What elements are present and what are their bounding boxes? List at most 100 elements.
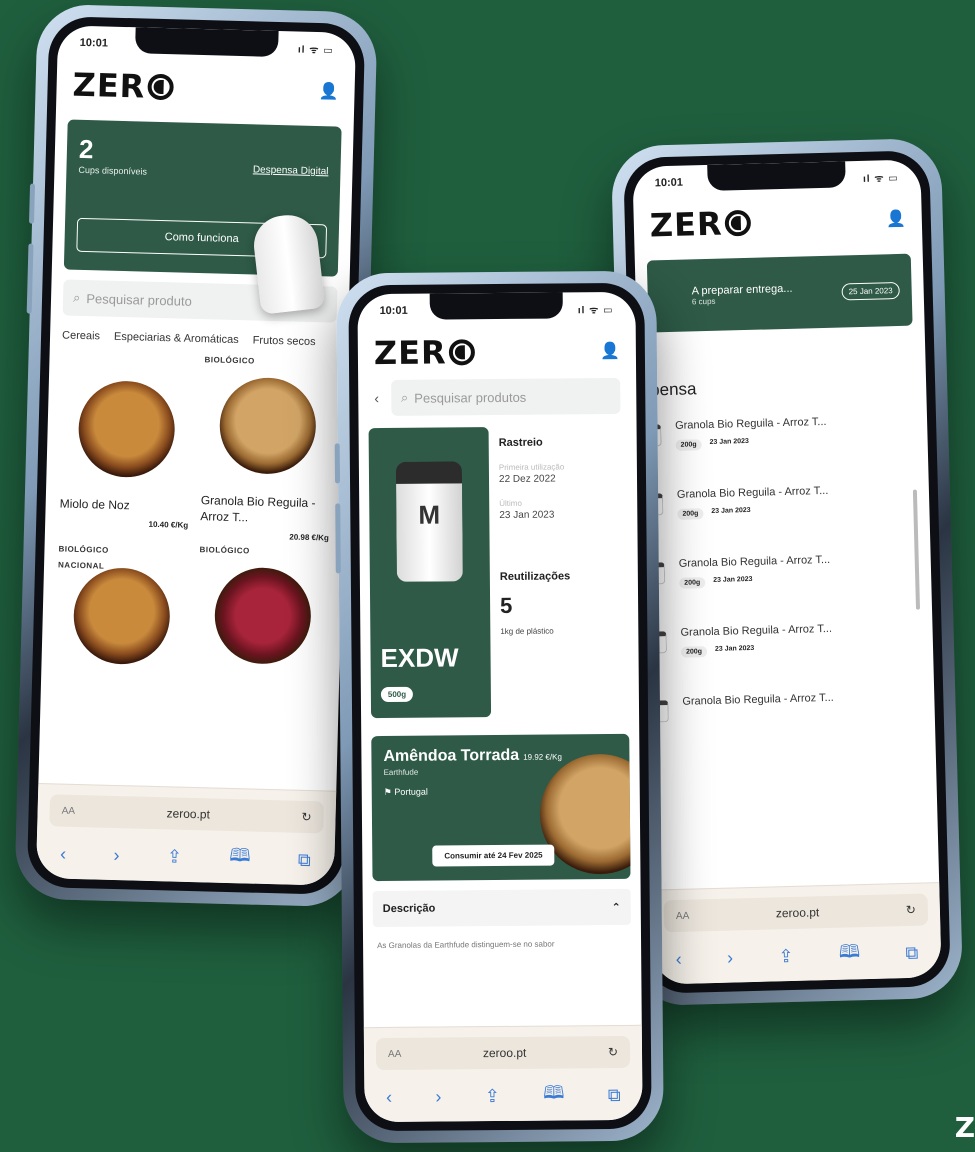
search-input[interactable]: ⌕ Pesquisar produtos	[390, 377, 621, 416]
product-grid: Miolo de Noz 10.40 €/Kg BIOLÓGICO Granol…	[41, 345, 348, 695]
last-use-date: 23 Jan 2023	[499, 509, 555, 521]
forward-icon[interactable]: ›	[113, 844, 120, 865]
tabs-icon[interactable]: ⧉	[608, 1084, 621, 1105]
side-button	[26, 243, 34, 314]
product-badge: BIOLÓGICO NACIONAL	[57, 544, 109, 571]
share-icon[interactable]: ⇪	[778, 945, 794, 966]
text-size-button[interactable]: AA	[676, 910, 690, 921]
product-image	[72, 566, 171, 666]
forward-icon[interactable]: ›	[435, 1086, 441, 1107]
delivery-banner[interactable]: A preparar entrega... 6 cups 25 Jan 2023	[646, 253, 913, 333]
share-icon[interactable]: ⇪	[485, 1086, 500, 1107]
url-text: zeroo.pt	[482, 1045, 527, 1061]
bezel: 10:01 ıl ᯤ ▭ ZER 👤 A preparar entrega...…	[623, 150, 951, 994]
reload-icon[interactable]: ↻	[906, 903, 916, 917]
reload-icon[interactable]: ↻	[608, 1045, 618, 1059]
origin-text: Portugal	[394, 786, 428, 797]
notch	[134, 27, 279, 58]
zero-logo[interactable]: ZER	[649, 204, 751, 244]
url-bar[interactable]: AA zeroo.pt ↻	[663, 893, 929, 933]
back-chevron-icon[interactable]: ‹	[374, 390, 379, 406]
search-icon: ⌕	[72, 289, 81, 305]
zero-logo[interactable]: ZER	[374, 333, 475, 372]
cup-size-badge: 500g	[380, 686, 414, 703]
item-weight: 200g	[677, 508, 704, 520]
description-accordion[interactable]: Descrição ⌃	[372, 888, 631, 928]
consume-by-button[interactable]: Consumir até 24 Fev 2025	[432, 844, 555, 867]
signal-wifi-battery-icon: ıl ᯤ ▭	[297, 44, 334, 57]
person-icon[interactable]: 👤	[318, 81, 338, 102]
signal-wifi-battery-icon: ıl ᯤ ▭	[577, 304, 614, 317]
text-size-button[interactable]: AA	[62, 805, 76, 816]
list-item[interactable]: Granola Bio Reguila - Arroz T... 200g 23 J…	[639, 401, 928, 458]
back-icon[interactable]: ‹	[675, 948, 682, 969]
tab-frutos-secos[interactable]: Frutos secos	[252, 334, 315, 348]
header: ZER 👤	[56, 59, 355, 119]
safari-toolbar: AA zeroo.pt ↻ ‹ › ⇪ 🕮 ⧉	[651, 882, 942, 985]
person-icon[interactable]: 👤	[886, 209, 906, 230]
search-icon: ⌕	[400, 389, 409, 405]
tracking-heading: Rastreio	[498, 436, 543, 450]
logo-text: ZER	[72, 65, 146, 106]
featured-product-card[interactable]: Amêndoa Torrada 19.92 €/Kg Earthfude ⚑ Po…	[371, 733, 631, 882]
list-item[interactable]: Granola Bio Reguila - Arroz T... 200g 23 J…	[640, 470, 929, 527]
item-date: 23 Jan 2023	[709, 437, 749, 446]
first-use-date: 22 Dez 2022	[498, 473, 556, 485]
zero-logo[interactable]: ZER	[72, 66, 174, 107]
bezel: 10:01 ıl ᯤ ▭ ZER 👤 ‹ ⌕ Pesquisar produto…	[348, 282, 652, 1132]
screen: 10:01 ıl ᯤ ▭ ZER 👤 2 Cups disponíveis De…	[35, 25, 357, 886]
item-weight: 200g	[675, 439, 702, 451]
product-card[interactable]: Miolo de Noz 10.40 €/Kg	[59, 367, 192, 539]
back-icon[interactable]: ‹	[60, 843, 67, 864]
list-item[interactable]: Granola Bio Reguila - Arroz T... 200g 23 J…	[644, 608, 933, 665]
product-image	[76, 379, 176, 479]
product-card[interactable]: BIOLÓGICO Granola Bio Reguila - Arroz T.…	[200, 355, 334, 543]
list-item[interactable]: Granola Bio Reguila - Arroz T... 200g 23 J…	[642, 539, 931, 596]
back-icon[interactable]: ‹	[386, 1086, 392, 1107]
list-item[interactable]: Granola Bio Reguila - Arroz T...	[646, 677, 935, 729]
notch	[707, 161, 847, 191]
bookmarks-icon[interactable]: 🕮	[229, 843, 251, 874]
logo-o-icon	[724, 209, 751, 237]
text-size-button[interactable]: AA	[388, 1048, 401, 1059]
share-icon[interactable]: ⇪	[167, 846, 183, 867]
product-price: 20.98 €/Kg	[289, 532, 329, 543]
header: ZER 👤	[633, 193, 922, 253]
person-icon[interactable]: 👤	[600, 341, 620, 361]
status-time: 10:01	[79, 36, 109, 50]
header: ZER 👤	[358, 326, 636, 380]
product-badge: BIOLÓGICO	[204, 355, 255, 366]
tabs-icon[interactable]: ⧉	[298, 849, 311, 870]
plastic-saved: 1kg de plástico	[500, 626, 554, 636]
screen: 10:01 ıl ᯤ ▭ ZER 👤 A preparar entrega...…	[632, 159, 942, 985]
nav-bar: ‹ › ⇪ 🕮 ⧉	[36, 838, 335, 876]
logo-o-icon	[147, 73, 174, 101]
item-name: Granola Bio Reguila - Arroz T...	[674, 415, 827, 432]
item-date: 23 Jan 2023	[711, 506, 751, 515]
item-date: 23 Jan 2023	[713, 575, 753, 584]
bezel: 10:01 ıl ᯤ ▭ ZER 👤 2 Cups disponíveis De…	[26, 16, 366, 895]
url-text: zeroo.pt	[166, 806, 211, 822]
tabs-icon[interactable]: ⧉	[905, 942, 918, 963]
product-card[interactable]: BIOLÓGICO NACIONAL	[55, 542, 188, 686]
delivery-date: 25 Jan 2023	[841, 281, 900, 300]
item-weight: 200g	[680, 646, 708, 658]
status-time: 10:01	[654, 176, 684, 190]
bookmarks-icon[interactable]: 🕮	[543, 1080, 564, 1110]
digital-pantry-link[interactable]: Despensa Digital	[253, 164, 329, 177]
tab-cereais[interactable]: Cereais	[62, 329, 100, 342]
nav-bar: ‹ › ⇪ 🕮 ⧉	[653, 937, 942, 975]
url-bar[interactable]: AA zeroo.pt ↻	[375, 1035, 631, 1071]
description-title: Descrição	[382, 902, 436, 916]
product-image	[213, 566, 312, 666]
product-card[interactable]: BIOLÓGICO	[196, 546, 329, 690]
side-button	[335, 503, 341, 574]
product-badge: BIOLÓGICO	[199, 545, 250, 556]
item-weight: 200g	[679, 577, 706, 589]
url-bar[interactable]: AA zeroo.pt ↻	[49, 794, 324, 834]
reload-icon[interactable]: ↻	[301, 810, 311, 824]
cup-code: EXDW	[380, 642, 459, 674]
bookmarks-icon[interactable]: 🕮	[838, 939, 861, 970]
tab-especiarias[interactable]: Especiarias & Aromáticas	[114, 331, 239, 346]
forward-icon[interactable]: ›	[727, 947, 734, 968]
